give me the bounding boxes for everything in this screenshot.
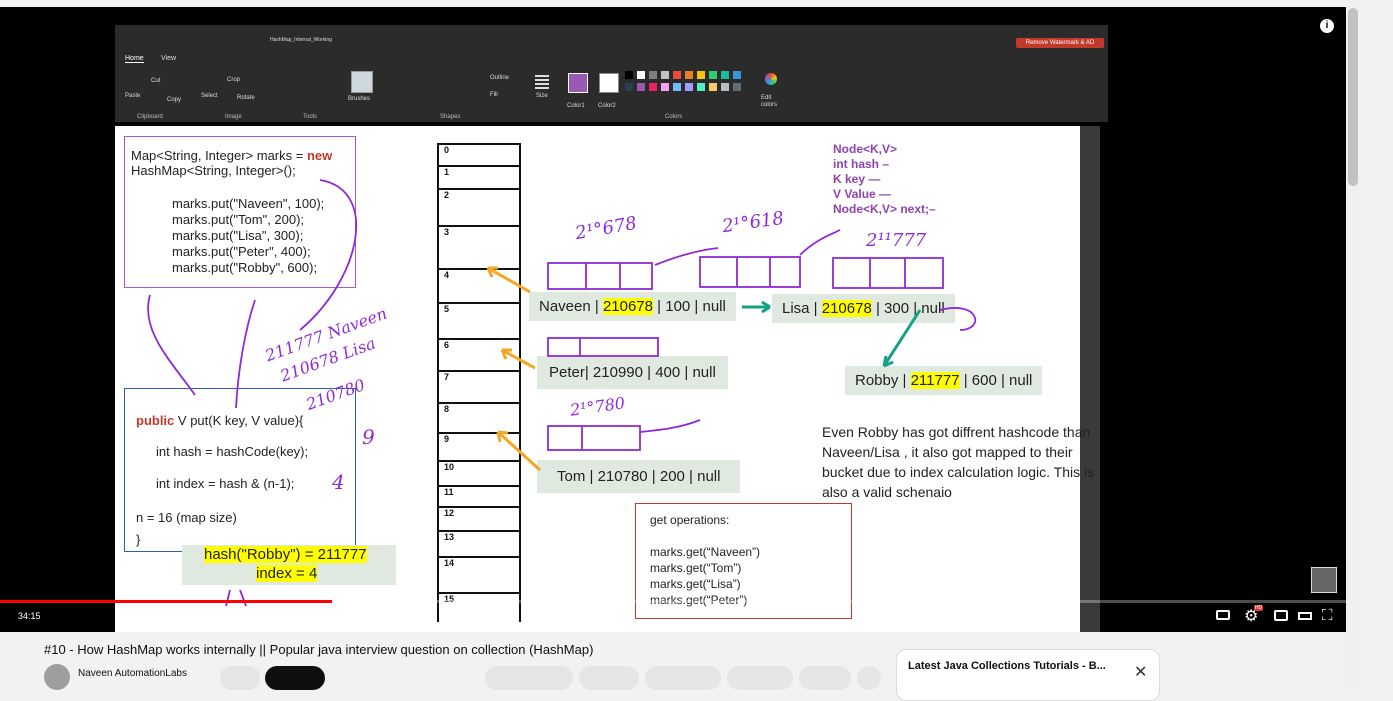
playlist-panel[interactable] <box>896 649 1160 701</box>
arrow-lisa-robby <box>882 309 922 367</box>
like-button[interactable] <box>485 666 573 690</box>
join-button[interactable] <box>220 666 260 690</box>
video-title: #10 - How HashMap works internally || Po… <box>44 642 594 657</box>
arrow-tom <box>496 430 542 472</box>
arrow-naveen <box>487 266 531 294</box>
close-icon[interactable]: ✕ <box>1134 662 1147 682</box>
settings-badge: HD <box>1254 605 1264 611</box>
miniplayer-icon[interactable] <box>1274 610 1288 621</box>
progress-buffer <box>332 600 366 603</box>
playlist-title[interactable]: Latest Java Collections Tutorials - B... <box>908 660 1106 672</box>
annotation-overlay <box>147 179 977 607</box>
download-button[interactable] <box>645 666 721 690</box>
more-actions-button[interactable] <box>857 666 881 690</box>
theater-mode-icon[interactable] <box>1298 612 1312 620</box>
subtitles-icon[interactable] <box>1216 610 1230 620</box>
arrow-peter <box>501 348 536 370</box>
subscribe-button[interactable] <box>265 666 325 690</box>
clip-button[interactable] <box>799 666 851 690</box>
info-icon[interactable]: i <box>1320 19 1334 33</box>
progress-played[interactable] <box>0 600 332 603</box>
channel-watermark-avatar[interactable] <box>1311 567 1337 593</box>
time-display: 34:15 <box>18 611 41 621</box>
channel-name[interactable]: Naveen AutomationLabs <box>78 668 187 679</box>
share-button[interactable] <box>579 666 639 690</box>
channel-avatar[interactable] <box>44 664 70 690</box>
fullscreen-icon[interactable]: ⛶ <box>1322 607 1333 624</box>
thanks-button[interactable] <box>727 666 793 690</box>
